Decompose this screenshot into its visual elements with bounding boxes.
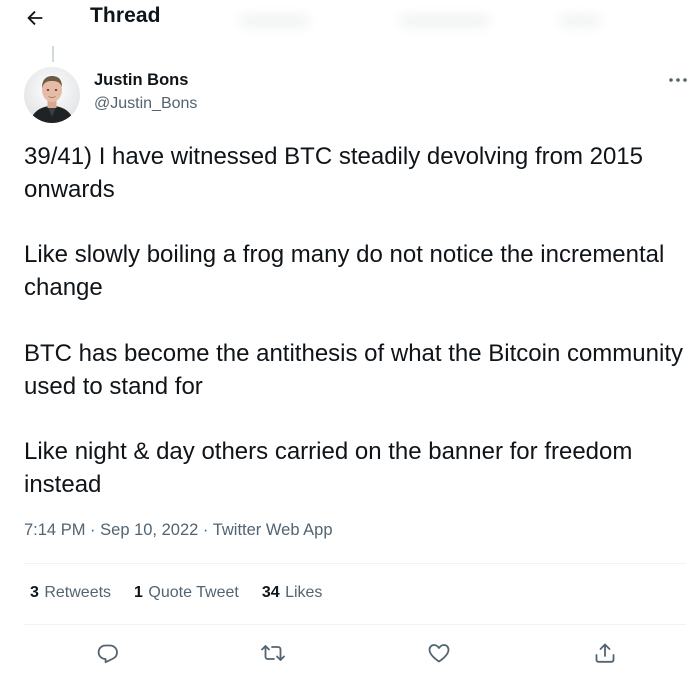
tweet-text: 39/41) I have witnessed BTC steadily dev…: [24, 141, 684, 502]
header-bar: Thread: [0, 0, 700, 40]
author-display-name[interactable]: Justin Bons: [94, 71, 188, 90]
heart-icon: [428, 644, 450, 663]
tweet-source[interactable]: Twitter Web App: [213, 521, 333, 539]
tweet-date[interactable]: Sep 10, 2022: [100, 521, 198, 539]
blurred-decoration: [560, 14, 600, 28]
arrow-left-icon: [27, 10, 43, 26]
likes-label: Likes: [285, 584, 323, 601]
back-button[interactable]: [18, 2, 52, 34]
tweet-paragraph: Like slowly boiling a frog many do not n…: [24, 241, 665, 302]
like-button[interactable]: [424, 638, 454, 668]
page-title: Thread: [90, 4, 161, 27]
share-button[interactable]: [590, 638, 620, 668]
thread-connector-line: [52, 46, 54, 62]
retweet-icon: [261, 645, 285, 661]
retweets-count: 3: [30, 584, 44, 601]
likes-count: 34: [261, 584, 285, 601]
blurred-decoration: [240, 14, 310, 28]
avatar[interactable]: [24, 67, 80, 123]
meta-separator: ·: [202, 521, 213, 539]
retweets-stat[interactable]: 3 Retweets: [30, 584, 111, 602]
engagement-stats: 3 Retweets 1 Quote Tweet 34 Likes: [30, 584, 345, 602]
divider: [24, 563, 686, 564]
tweet-paragraph: 39/41) I have witnessed BTC steadily dev…: [24, 143, 643, 203]
thread-page: Thread Justin Bons @Justin_Bons 39/41) I…: [0, 0, 700, 683]
tweet-time[interactable]: 7:14 PM: [24, 521, 85, 539]
likes-stat[interactable]: 34 Likes: [262, 584, 323, 602]
reply-icon: [97, 644, 118, 664]
tweet-paragraph: Like night & day others carried on the b…: [24, 438, 633, 498]
tweet-metadata: 7:14 PM · Sep 10, 2022 · Twitter Web App: [24, 521, 333, 540]
retweets-label: Retweets: [44, 584, 112, 601]
quotes-count: 1: [134, 584, 148, 601]
tweet-paragraph: BTC has become the antithesis of what th…: [24, 339, 683, 400]
avatar-image: [24, 67, 80, 123]
retweet-button[interactable]: [258, 638, 288, 668]
blurred-decoration: [400, 14, 490, 28]
author-handle[interactable]: @Justin_Bons: [94, 95, 197, 113]
reply-button[interactable]: [93, 638, 123, 668]
quotes-label: Quote Tweet: [148, 584, 239, 601]
tweet-action-bar: [24, 630, 686, 676]
divider: [24, 624, 686, 625]
share-icon: [595, 643, 615, 663]
meta-separator: ·: [90, 521, 101, 539]
more-options-button[interactable]: [664, 70, 692, 90]
quote-tweets-stat[interactable]: 1 Quote Tweet: [134, 584, 239, 602]
more-horizontal-icon: [669, 78, 687, 82]
